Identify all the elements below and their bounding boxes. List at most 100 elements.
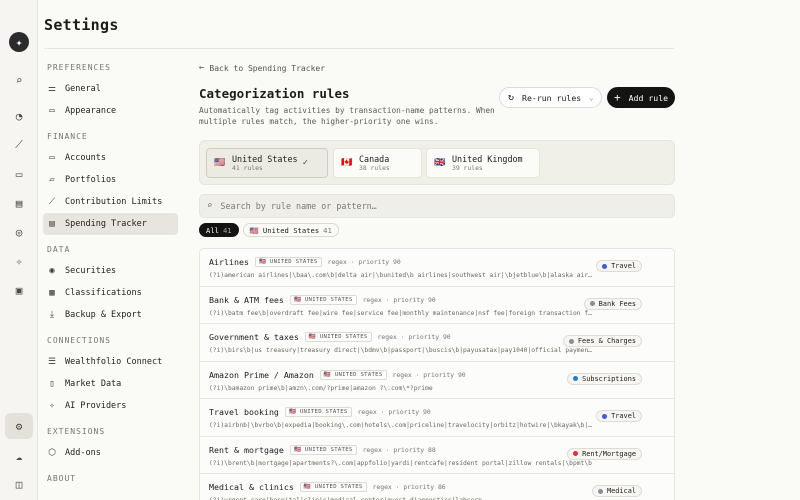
- page-title: Settings: [44, 16, 119, 34]
- target-icon[interactable]: ◎: [11, 224, 27, 240]
- plus-icon: +: [614, 91, 621, 104]
- sidebar-toggle-icon[interactable]: ◫: [11, 476, 27, 492]
- section-description: Automatically tag activities by transact…: [199, 106, 495, 126]
- package-icon: ⬡: [48, 448, 56, 458]
- check-icon: ✓: [302, 158, 308, 168]
- rule-search-input[interactable]: ⌕ Search by rule name or pattern…: [199, 194, 675, 218]
- rule-header: Amazon Prime / Amazon 🇺🇸 UNITED STATES reg…: [209, 369, 466, 380]
- rule-header: Airlines 🇺🇸 UNITED STATES regex · priority…: [209, 257, 401, 267]
- rule-pattern: (?i)airbnb|\bvrbo\b|expedia|booking\.com…: [209, 422, 595, 429]
- rule-country-badge: 🇺🇸 UNITED STATES: [304, 332, 372, 342]
- sidebar-item-market-data[interactable]: ▯ Market Data: [43, 373, 178, 395]
- filter-united-states[interactable]: 🇺🇸 United States 41: [242, 223, 339, 237]
- rule-category-badge: Bank Fees: [583, 297, 642, 310]
- country-tab-uk[interactable]: 🇬🇧 United Kingdom 39 rules: [426, 148, 540, 178]
- category-dot: [602, 263, 608, 269]
- dashboard-icon[interactable]: ◔: [11, 108, 27, 124]
- cloud-icon[interactable]: ☁: [11, 448, 27, 464]
- add-rule-button[interactable]: + Add rule: [607, 87, 675, 108]
- country-selector: 🇺🇸 United States 41 rules ✓ 🇨🇦 Canada 38 r…: [199, 140, 675, 185]
- rule-header: Rent & mortgage 🇺🇸 UNITED STATES regex · p…: [209, 444, 436, 455]
- rule-name: Amazon Prime / Amazon: [209, 369, 314, 380]
- refresh-icon: ↻: [508, 92, 515, 103]
- rule-country-badge: 🇺🇸 UNITED STATES: [284, 407, 352, 417]
- sidebar-item-spending-tracker[interactable]: ▤ Spending Tracker: [43, 213, 178, 235]
- monitor-icon: ▭: [49, 106, 55, 116]
- category-dot: [568, 338, 574, 344]
- chevron-down-icon: ⌄: [589, 93, 594, 102]
- sidebar-item-classifications[interactable]: ▦ Classifications: [43, 282, 178, 304]
- section-title: Categorization rules: [199, 86, 350, 101]
- rerun-rules-button[interactable]: ↻ Re-run rules ⌄: [499, 87, 602, 108]
- rule-country-badge: 🇺🇸 UNITED STATES: [289, 294, 357, 305]
- rule-row[interactable]: Medical & clinics 🇺🇸 UNITED STATES regex ·…: [200, 474, 674, 500]
- sidebar-item-accounts[interactable]: ▭ Accounts: [43, 147, 178, 169]
- rule-row[interactable]: Rent & mortgage 🇺🇸 UNITED STATES regex · p…: [200, 437, 674, 474]
- section-heading-about: ABOUT: [47, 474, 77, 483]
- wallet-icon: ▤: [49, 219, 55, 229]
- rule-header: Medical & clinics 🇺🇸 UNITED STATES regex ·…: [209, 482, 446, 492]
- chart-icon[interactable]: ⟋: [11, 137, 27, 153]
- section-heading-data: DATA: [47, 245, 71, 254]
- sidebar-item-ai-providers[interactable]: ✧ AI Providers: [43, 395, 178, 417]
- rule-country-badge: 🇺🇸 UNITED STATES: [289, 444, 357, 455]
- rule-row[interactable]: Travel booking 🇺🇸 UNITED STATES regex · pr…: [200, 399, 674, 437]
- connect-icon: ☰: [47, 357, 57, 367]
- rule-category-badge: Fees & Charges: [562, 335, 642, 347]
- briefcase-icon[interactable]: ▣: [11, 282, 27, 298]
- rule-name: Airlines: [209, 257, 249, 267]
- country-tab-us[interactable]: 🇺🇸 United States 41 rules ✓: [206, 148, 328, 178]
- rule-category-badge: Medical: [591, 485, 642, 497]
- rule-category-badge: Travel: [596, 260, 642, 272]
- country-tab-canada[interactable]: 🇨🇦 Canada 38 rules: [333, 148, 422, 178]
- section-heading-extensions: EXTENSIONS: [47, 427, 106, 436]
- holdings-icon[interactable]: ▭: [11, 166, 27, 182]
- filter-chips: All 41 🇺🇸 United States 41: [199, 223, 339, 237]
- divider: [44, 48, 674, 49]
- rule-country-badge: 🇺🇸 UNITED STATES: [299, 482, 367, 492]
- rule-meta: regex · priority 90: [327, 258, 401, 266]
- sidebar-item-portfolios[interactable]: ▱ Portfolios: [43, 169, 178, 191]
- section-heading-finance: FINANCE: [47, 132, 88, 141]
- category-dot: [573, 376, 579, 381]
- sidebar-item-appearance[interactable]: ▭ Appearance: [43, 100, 178, 122]
- rule-pattern: (?i)\batm fee\b|overdraft fee|wire fee|s…: [209, 309, 595, 317]
- rule-row[interactable]: Airlines 🇺🇸 UNITED STATES regex · priority…: [200, 249, 674, 287]
- sparkle-icon[interactable]: ✧: [11, 253, 27, 269]
- sidebar-item-backup-export[interactable]: ⤓ Backup & Export: [43, 304, 178, 326]
- category-dot: [602, 413, 608, 419]
- category-dot: [573, 451, 579, 456]
- sidebar-item-contribution-limits[interactable]: ⟋ Contribution Limits: [43, 191, 178, 213]
- uk-flag-icon: 🇬🇧: [434, 158, 446, 168]
- filter-all[interactable]: All 41: [199, 223, 239, 237]
- rule-category-badge: Rent/Mortgage: [567, 447, 642, 460]
- icon-rail: ✦ ⌕ ◔ ⟋ ▭ ▤ ◎ ✧ ▣ ⚙ ☁ ◫: [0, 0, 38, 500]
- database-icon: ▯: [49, 379, 55, 389]
- logo-icon[interactable]: ✦: [9, 32, 29, 52]
- rule-country-badge: 🇺🇸 UNITED STATES: [254, 257, 322, 267]
- settings-icon[interactable]: ⚙: [5, 413, 33, 439]
- sidebar-item-wealthfolio-connect[interactable]: ☰ Wealthfolio Connect: [43, 351, 178, 373]
- us-flag-icon: 🇺🇸: [214, 158, 226, 168]
- rule-meta: regex · priority 88: [362, 445, 436, 454]
- category-dot: [589, 301, 595, 306]
- main-content: ← Back to Spending Tracker Categorization…: [199, 60, 675, 500]
- back-link[interactable]: ← Back to Spending Tracker: [199, 60, 675, 76]
- rule-row[interactable]: Amazon Prime / Amazon 🇺🇸 UNITED STATES reg…: [200, 362, 674, 399]
- search-icon: ⌕: [207, 201, 213, 211]
- sidebar-item-securities[interactable]: ◉ Securities: [43, 260, 178, 282]
- rule-country-badge: 🇺🇸 UNITED STATES: [319, 369, 387, 380]
- activity-icon[interactable]: ▤: [11, 195, 27, 211]
- rule-meta: regex · priority 90: [362, 295, 436, 304]
- rule-meta: regex · priority 86: [372, 483, 446, 491]
- rule-category-badge: Subscriptions: [567, 372, 642, 385]
- rule-pattern: (?i)\bamazon prime\b|amzn\.com/?prime|am…: [209, 384, 433, 392]
- rule-row[interactable]: Government & taxes 🇺🇸 UNITED STATES regex …: [200, 324, 674, 362]
- sparkle-icon: ✧: [49, 401, 55, 411]
- sidebar-item-add-ons[interactable]: ⬡ Add-ons: [43, 442, 178, 464]
- rule-name: Government & taxes: [209, 332, 299, 342]
- rule-header: Government & taxes 🇺🇸 UNITED STATES regex …: [209, 332, 451, 342]
- search-icon[interactable]: ⌕: [11, 72, 27, 88]
- rule-row[interactable]: Bank & ATM fees 🇺🇸 UNITED STATES regex · p…: [200, 287, 674, 324]
- sidebar-item-general[interactable]: ⚌ General: [43, 78, 178, 100]
